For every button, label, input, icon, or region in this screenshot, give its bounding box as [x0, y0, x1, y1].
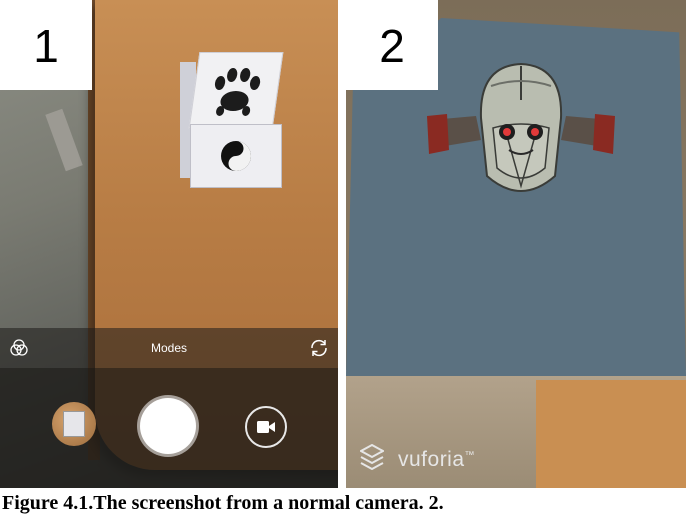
vuforia-wordmark: vuforia: [398, 448, 465, 471]
trademark-symbol: ™: [464, 450, 476, 461]
switch-camera-icon[interactable]: [308, 337, 330, 359]
panel-label-2: 2: [346, 0, 438, 90]
vuforia-brand: vuforia™: [398, 448, 475, 472]
cube-top-face: [188, 52, 284, 129]
robot-head-model: [427, 62, 615, 192]
panel-label-1: 1: [0, 0, 92, 90]
shutter-button[interactable]: [140, 398, 196, 454]
paw-print-icon: [214, 68, 261, 116]
thumbnail-cube: [63, 411, 85, 437]
modes-button[interactable]: Modes: [0, 341, 338, 355]
table-corner: [536, 380, 686, 488]
yin-yang-icon: [221, 141, 251, 171]
cube-front-face: [190, 124, 282, 188]
video-icon: [257, 421, 275, 433]
video-record-button[interactable]: [245, 406, 287, 448]
marker-cube: [180, 52, 285, 188]
vuforia-logo-icon: [360, 444, 384, 470]
gallery-thumbnail[interactable]: [52, 402, 96, 446]
figure-caption: Figure 4.1.The screenshot from a normal …: [2, 492, 444, 514]
